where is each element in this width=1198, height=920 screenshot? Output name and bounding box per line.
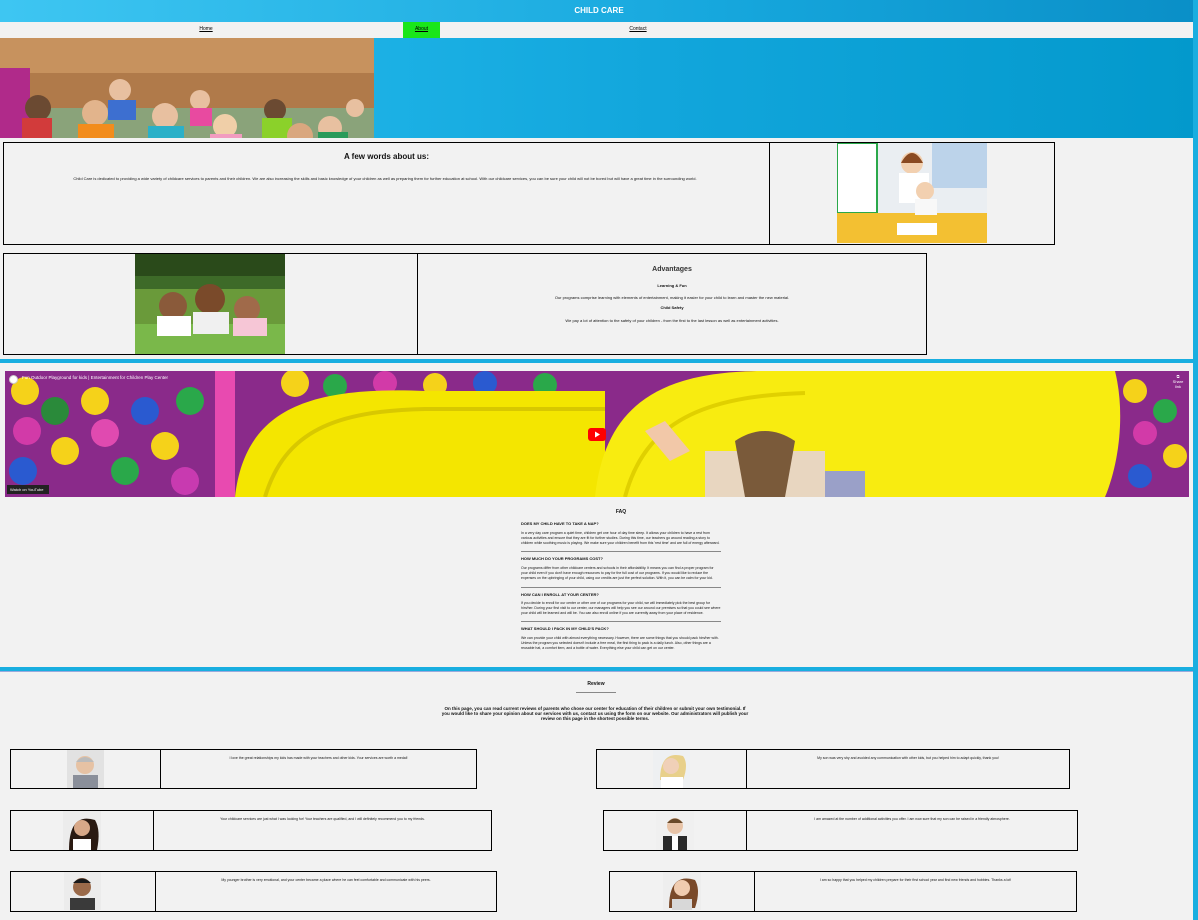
faq-answer: If you decide to enroll for our center o… (521, 601, 721, 615)
faq-divider (521, 587, 721, 588)
section-divider (0, 359, 1193, 363)
reviewer-avatar (663, 872, 701, 910)
watch-on-youtube-button[interactable]: Watch on YouTube (7, 485, 49, 494)
section-divider (0, 671, 1193, 672)
nav-contact-link[interactable]: Contact (627, 22, 649, 38)
about-text: Child Care is dedicated to providing a w… (73, 176, 697, 181)
play-button[interactable] (588, 428, 606, 441)
teacher-child-photo (837, 143, 987, 243)
play-icon (595, 431, 600, 438)
review-text: I love the great relationships my kids h… (160, 749, 477, 789)
review-text: I am amazed at the number of additional … (746, 810, 1078, 851)
reviewer-avatar (63, 811, 101, 850)
advantages-title: Advantages (652, 266, 692, 273)
share-label: Share link (1172, 379, 1184, 389)
review-text: I am so happy that you helped my childre… (754, 871, 1077, 912)
hero-children-photo (0, 38, 374, 138)
advantage-text: We pay a lot of attention to the safety … (565, 318, 779, 323)
review-text: My son was very shy and avoided any comm… (746, 749, 1070, 789)
faq-divider (521, 621, 721, 622)
reviewer-avatar (67, 750, 104, 788)
faq-answer: Our programs differ from other childcare… (521, 566, 714, 580)
reviewer-avatar (64, 872, 101, 910)
about-title: A few words about us: (343, 152, 430, 161)
nav-about-link[interactable]: About (403, 22, 440, 38)
girls-on-grass-photo (135, 254, 285, 354)
faq-divider (521, 551, 721, 552)
faq-question: WHAT SHOULD I PACK IN MY CHILD'S PACK? (521, 626, 609, 631)
review-intro: On this page, you can read current revie… (441, 706, 749, 721)
faq-answer: We can provide your child with almost ev… (521, 636, 719, 650)
faq-question: HOW CAN I ENROLL AT YOUR CENTER? (521, 592, 599, 597)
review-title-underline (576, 692, 616, 693)
review-title: Review (587, 681, 605, 687)
faq-question: DOES MY CHILD HAVE TO TAKE A NAP? (521, 521, 599, 526)
top-nav: Home About Contact (0, 22, 1198, 38)
faq-answer: In a very day care program a quiet time,… (521, 531, 720, 545)
reviewer-avatar (653, 750, 690, 788)
advantage-heading: Learning & Fun (657, 283, 687, 288)
faq-title: FAQ (615, 509, 627, 515)
faq-question: HOW MUCH DO YOUR PROGRAMS COST? (521, 556, 603, 561)
nav-home-link[interactable]: Home (196, 22, 216, 38)
advantage-heading: Child Safety (660, 305, 684, 310)
advantage-text: Our programs comprise learning with elem… (554, 295, 790, 300)
review-text: Your childcare services are just what I … (153, 810, 492, 851)
site-title: CHILD CARE (574, 6, 624, 15)
reviewer-avatar (656, 811, 694, 850)
video-title[interactable]: Fun Outdoor Playground for kids | Entert… (22, 375, 168, 380)
review-text: My younger brother is very emotional, an… (155, 871, 497, 912)
share-link-button[interactable]: ⧉ Share link (1170, 374, 1186, 389)
channel-avatar-icon[interactable] (9, 375, 18, 384)
page-edge-bar (1193, 0, 1198, 920)
